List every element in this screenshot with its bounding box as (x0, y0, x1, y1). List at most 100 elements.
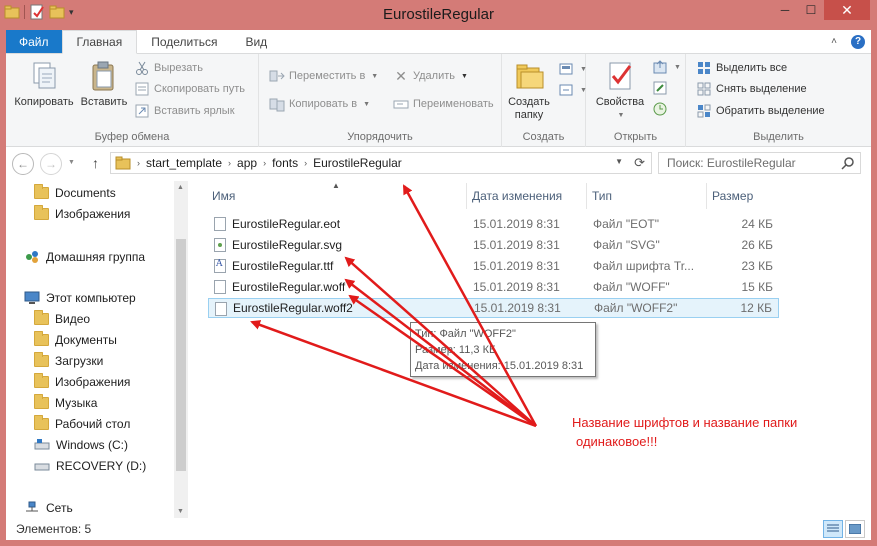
properties-button[interactable]: Свойства ▼ (592, 60, 648, 122)
breadcrumb-chevron-icon[interactable]: › (228, 158, 231, 168)
file-type: Файл шрифта Tr... (593, 259, 695, 273)
easy-access-button[interactable]: ▼ (558, 81, 587, 99)
file-date: 15.01.2019 8:31 (474, 301, 561, 315)
breadcrumb-app[interactable]: app (237, 156, 257, 170)
rename-button[interactable]: Переименовать (393, 95, 494, 113)
column-header-date[interactable]: Дата изменения (472, 189, 562, 203)
large-icons-view-button[interactable] (845, 520, 865, 538)
collapse-ribbon-icon[interactable]: ˄ (831, 36, 837, 47)
open-button[interactable]: ▼ (652, 58, 681, 76)
details-view-icon (827, 524, 839, 532)
copy-to-button[interactable]: Копировать в ▼ (269, 95, 370, 113)
history-button[interactable] (652, 100, 668, 118)
column-divider[interactable] (466, 183, 467, 209)
file-row-selected[interactable]: EurostileRegular.woff2 15.01.2019 8:31 Ф… (208, 298, 779, 318)
invert-selection-icon (697, 104, 711, 118)
scrollbar-thumb[interactable] (176, 239, 186, 471)
folder-icon (34, 184, 49, 199)
recent-locations-icon[interactable]: ▼ (68, 159, 75, 166)
svg-file-icon (214, 238, 226, 252)
scroll-up-icon[interactable]: ▲ (177, 184, 184, 191)
nav-item-desktop[interactable]: Рабочий стол (34, 415, 131, 431)
move-to-button[interactable]: Переместить в ▼ (269, 67, 378, 85)
properties-dropdown-icon[interactable]: ▼ (618, 109, 625, 122)
help-icon[interactable]: ? (851, 34, 865, 49)
open-group-label: Открыть (613, 131, 658, 143)
nav-item-music[interactable]: Музыка (34, 394, 97, 410)
cut-button[interactable]: Вырезать (134, 59, 203, 77)
copy-path-button[interactable]: Скопировать путь (134, 80, 245, 98)
nav-item-video[interactable]: Видео (34, 310, 90, 326)
nav-item-images-en[interactable]: Изображения (34, 205, 130, 221)
column-divider[interactable] (706, 183, 707, 209)
address-dropdown-icon[interactable]: ▼ (615, 157, 623, 166)
move-to-label: Переместить в (289, 70, 366, 82)
scroll-down-icon[interactable]: ▼ (177, 508, 184, 515)
navigation-scrollbar[interactable]: ▲ ▼ (174, 181, 188, 518)
item-count: Элементов: 5 (16, 522, 92, 536)
back-button[interactable]: ← (12, 153, 34, 175)
nav-item-downloads[interactable]: Загрузки (34, 352, 103, 368)
navigation-bar: ← → ▼ ↑ › start_template › app › fonts ›… (6, 147, 871, 181)
nav-item-label: Сеть (46, 501, 73, 515)
breadcrumb-eurostileregular[interactable]: EurostileRegular (313, 156, 402, 170)
select-none-button[interactable]: Снять выделение (696, 80, 807, 98)
nav-item-this-pc[interactable]: Этот компьютер (24, 291, 136, 305)
paste-shortcut-button[interactable]: Вставить ярлык (134, 102, 235, 120)
nav-item-recovery-d[interactable]: RECOVERY (D:) (34, 459, 146, 473)
breadcrumb-chevron-icon[interactable]: › (263, 158, 266, 168)
invert-selection-button[interactable]: Обратить выделение (696, 102, 825, 120)
select-all-button[interactable]: Выделить все (696, 59, 787, 77)
tooltip-type: Тип: Файл "WOFF2" (415, 328, 516, 340)
file-row[interactable]: EurostileRegular.ttf 15.01.2019 8:31 Фай… (208, 256, 779, 276)
nav-item-documents[interactable]: Documents (34, 184, 116, 200)
copy-path-label: Скопировать путь (154, 83, 245, 95)
nav-item-homegroup[interactable]: Домашняя группа (24, 249, 145, 265)
paste-shortcut-label: Вставить ярлык (154, 105, 235, 117)
new-item-button[interactable]: ▼ (558, 60, 587, 78)
navigation-pane: Documents Изображения Домашняя группа Эт… (6, 181, 190, 518)
homegroup-icon (26, 251, 38, 263)
column-divider[interactable] (586, 183, 587, 209)
nav-item-label: Документы (55, 333, 117, 347)
column-header-type[interactable]: Тип (592, 189, 612, 203)
delete-button[interactable]: ✕ Удалить ▼ (393, 67, 468, 85)
edit-button[interactable] (652, 79, 668, 97)
maximize-button[interactable]: ☐ (798, 0, 824, 20)
file-row[interactable]: EurostileRegular.woff 15.01.2019 8:31 Фа… (208, 277, 779, 297)
file-row[interactable]: EurostileRegular.svg 15.01.2019 8:31 Фай… (208, 235, 779, 255)
breadcrumb-chevron-icon[interactable]: › (304, 158, 307, 168)
refresh-icon[interactable]: ⟳ (634, 155, 645, 171)
tab-home[interactable]: Главная (61, 30, 138, 54)
nav-item-images[interactable]: Изображения (34, 373, 130, 389)
column-header-size[interactable]: Размер (712, 189, 753, 203)
file-size: 23 КБ (741, 259, 773, 273)
nav-item-docs[interactable]: Документы (34, 331, 117, 347)
address-bar[interactable]: › start_template › app › fonts › Eurosti… (110, 152, 652, 174)
minimize-button[interactable]: ─ (772, 0, 798, 20)
breadcrumb-fonts[interactable]: fonts (272, 156, 298, 170)
details-view-button[interactable] (823, 520, 843, 538)
nav-item-windows-c[interactable]: Windows (C:) (34, 438, 128, 452)
up-arrow-icon[interactable]: ↑ (92, 155, 99, 171)
new-item-icon (559, 63, 573, 75)
nav-item-label: Рабочий стол (55, 417, 131, 431)
annotation-text: Название шрифтов и название папки одинак… (572, 413, 797, 451)
column-header-name[interactable]: Имя (212, 189, 235, 203)
close-button[interactable]: ✕ (824, 0, 870, 20)
new-folder-button[interactable]: Создать папку (506, 60, 552, 122)
paste-button[interactable]: Вставить (78, 60, 130, 109)
select-all-icon (698, 62, 710, 74)
forward-button[interactable]: → (40, 153, 62, 175)
tab-view[interactable]: Вид (231, 30, 281, 53)
nav-item-network[interactable]: Сеть (24, 501, 73, 515)
file-row[interactable]: EurostileRegular.eot 15.01.2019 8:31 Фай… (208, 214, 779, 234)
tab-file[interactable]: Файл (6, 30, 62, 53)
tab-share[interactable]: Поделиться (137, 30, 231, 53)
breadcrumb-chevron-icon[interactable]: › (137, 158, 140, 168)
search-box[interactable]: Поиск: EurostileRegular (658, 152, 861, 174)
breadcrumb-start-template[interactable]: start_template (146, 156, 222, 170)
copy-button[interactable]: Копировать (10, 60, 78, 109)
back-arrow-icon: ← (17, 157, 29, 171)
clipboard-group: Копировать Вставить Вырезать Скопировать… (6, 54, 259, 147)
